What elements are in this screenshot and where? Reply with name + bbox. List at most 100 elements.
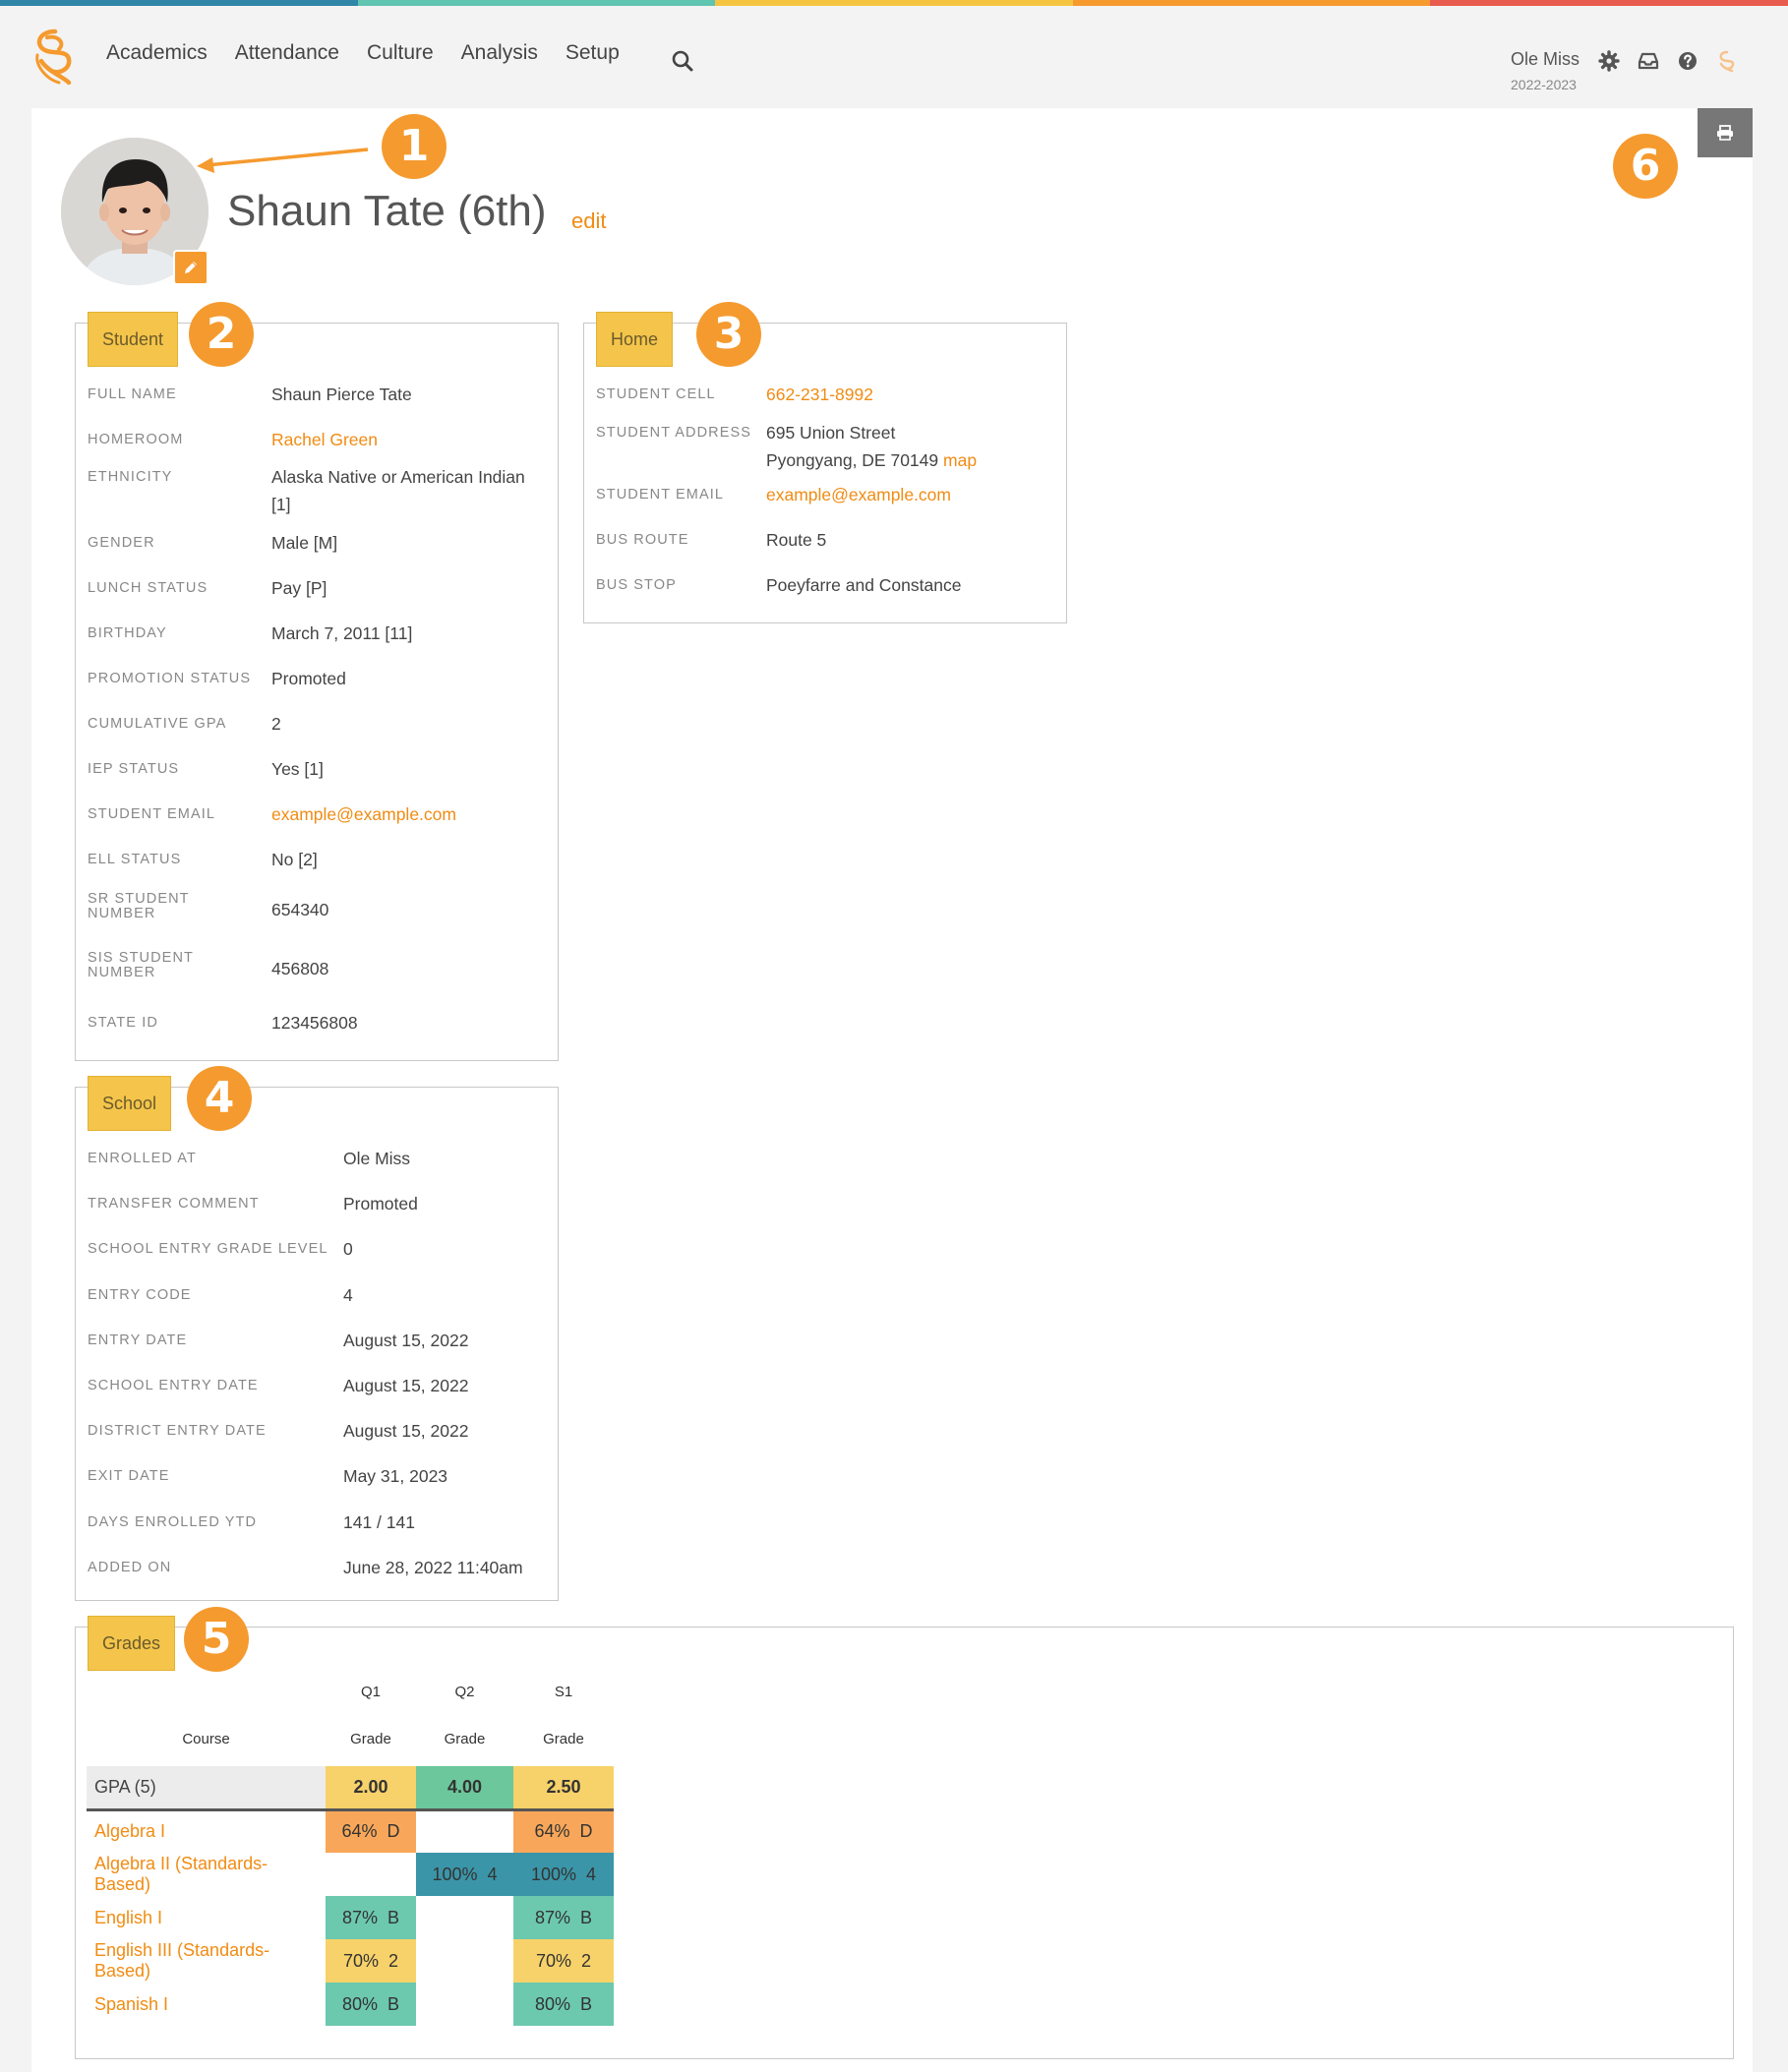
swirl-logo[interactable] bbox=[30, 28, 81, 87]
student-field-label: SR STUDENT bbox=[88, 891, 190, 907]
grade-term-header[interactable]: Q1 bbox=[326, 1684, 416, 1700]
student-field-value: No [2] bbox=[271, 850, 318, 869]
inbox-icon[interactable] bbox=[1637, 49, 1660, 73]
grade-column-header[interactable]: Grade bbox=[416, 1731, 513, 1747]
grade-cell[interactable]: 80% B bbox=[326, 1983, 416, 2026]
nav-item-academics[interactable]: Academics bbox=[106, 41, 208, 65]
print-button[interactable] bbox=[1698, 108, 1753, 157]
print-icon bbox=[1717, 125, 1733, 141]
annotation-badge-2: 2 bbox=[189, 302, 254, 367]
student-field-label: PROMOTION STATUS bbox=[88, 671, 252, 686]
school-field-label: DAYS ENROLLED YTD bbox=[88, 1513, 258, 1530]
school-name[interactable]: Ole Miss bbox=[1511, 49, 1579, 70]
student-info-card: Student FULL NAME Shaun Pierce Tate HOMERO… bbox=[75, 312, 559, 1061]
student-field-label-line2: NUMBER bbox=[88, 965, 156, 980]
course-row: English III (Standards-Based) 70% 2 70% 2 bbox=[87, 1939, 614, 1983]
grade-column-header[interactable]: Grade bbox=[326, 1731, 416, 1747]
student-field-label: LUNCH STATUS bbox=[88, 580, 209, 596]
course-name-link[interactable]: Algebra II (Standards-Based) bbox=[87, 1853, 326, 1896]
student-field-link[interactable]: Rachel Green bbox=[271, 426, 378, 453]
student-name-title: Shaun Tate (6th) bbox=[227, 187, 547, 235]
grade-term-header[interactable]: Q2 bbox=[416, 1684, 513, 1700]
school-field-label: ENTRY DATE bbox=[88, 1332, 188, 1348]
nav-item-setup[interactable]: Setup bbox=[566, 41, 620, 65]
annotation-badge-1: 1 bbox=[382, 114, 447, 179]
callout-arrow bbox=[197, 148, 369, 173]
help-icon[interactable] bbox=[1676, 49, 1699, 73]
grade-term-header[interactable]: S1 bbox=[513, 1684, 614, 1700]
school-field-value: Ole Miss bbox=[343, 1149, 411, 1168]
student-field-value: Promoted bbox=[271, 669, 346, 688]
student-field-label: STATE ID bbox=[88, 1015, 158, 1031]
grades-table-body: GPA (5) 2.00 4.00 2.50 Algebra I 64% D 64% D Al… bbox=[87, 1766, 614, 2026]
grade-column-header[interactable]: Grade bbox=[513, 1731, 614, 1747]
address-city-line: Pyongyang, DE 70149 bbox=[766, 450, 939, 470]
student-field-label: BIRTHDAY bbox=[88, 625, 167, 641]
empty-grade-cell bbox=[416, 1939, 513, 1983]
student-field-label: IEP STATUS bbox=[88, 761, 180, 777]
grade-cell[interactable]: 87% B bbox=[326, 1896, 416, 1939]
home-field-link[interactable]: 662-231-8992 bbox=[766, 381, 873, 408]
course-name-link[interactable]: Algebra I bbox=[87, 1809, 326, 1853]
empty-grade-cell bbox=[416, 1983, 513, 2026]
grade-cell[interactable]: 80% B bbox=[513, 1983, 614, 2026]
student-field-label: ELL STATUS bbox=[88, 852, 182, 867]
student-card-tab[interactable]: Student bbox=[88, 312, 179, 367]
student-field-label: HOMEROOM bbox=[88, 432, 184, 447]
home-field-label: STUDENT ADDRESS bbox=[596, 425, 752, 441]
school-field-label: ENTRY CODE bbox=[88, 1286, 192, 1303]
gpa-value-cell: 4.00 bbox=[416, 1766, 513, 1811]
school-info-card: School ENROLLED AT Ole Miss TRANSFER COMME… bbox=[75, 1076, 559, 1601]
swirl-logo-icon[interactable] bbox=[1715, 49, 1739, 73]
course-name-link[interactable]: English I bbox=[87, 1896, 326, 1939]
avatar-edit-button[interactable] bbox=[173, 250, 209, 285]
grades-card-tab[interactable]: Grades bbox=[88, 1616, 176, 1671]
school-field-value: August 15, 2022 bbox=[343, 1330, 469, 1350]
school-field-label: ADDED ON bbox=[88, 1559, 172, 1575]
main-nav-menu: Academics Attendance Culture Analysis Setup bbox=[106, 41, 620, 65]
home-field-link[interactable]: example@example.com bbox=[766, 481, 951, 508]
grade-cell[interactable]: 100% 4 bbox=[416, 1853, 513, 1896]
student-field-label-line2: NUMBER bbox=[88, 906, 156, 921]
student-field-value: 123456808 bbox=[271, 1013, 358, 1033]
nav-item-attendance[interactable]: Attendance bbox=[235, 41, 339, 65]
course-name-link[interactable]: Spanish I bbox=[87, 1983, 326, 2026]
home-field-label: BUS STOP bbox=[596, 577, 677, 593]
school-field-label: SCHOOL ENTRY DATE bbox=[88, 1378, 259, 1393]
grade-cell[interactable]: 87% B bbox=[513, 1896, 614, 1939]
gear-icon[interactable] bbox=[1597, 49, 1621, 73]
grade-cell[interactable]: 70% 2 bbox=[326, 1939, 416, 1983]
search-icon[interactable] bbox=[671, 49, 694, 73]
grade-cell[interactable]: 64% D bbox=[326, 1809, 416, 1853]
edit-student-link[interactable]: edit bbox=[571, 208, 606, 234]
grade-cell[interactable]: 64% D bbox=[513, 1809, 614, 1853]
school-field-value: May 31, 2023 bbox=[343, 1466, 448, 1487]
course-row: Algebra I 64% D 64% D bbox=[87, 1809, 614, 1853]
school-card-tab[interactable]: School bbox=[88, 1076, 172, 1131]
nav-item-culture[interactable]: Culture bbox=[367, 41, 434, 65]
school-field-label: TRANSFER COMMENT bbox=[88, 1196, 260, 1213]
course-name-link[interactable]: English III (Standards-Based) bbox=[87, 1939, 326, 1983]
course-column-header[interactable]: Course bbox=[87, 1731, 326, 1747]
grade-cell[interactable]: 100% 4 bbox=[513, 1853, 614, 1896]
school-field-label: SCHOOL ENTRY GRADE LEVEL bbox=[88, 1241, 328, 1258]
home-field-value: 695 Union Street bbox=[766, 423, 896, 443]
map-link[interactable]: map bbox=[943, 450, 977, 470]
home-info-card: Home STUDENT CELL 662-231-8992 STUDENT ADD… bbox=[583, 312, 1067, 623]
school-field-label: DISTRICT ENTRY DATE bbox=[88, 1423, 267, 1440]
empty-grade-cell bbox=[416, 1809, 513, 1853]
school-year: 2022-2023 bbox=[1511, 77, 1577, 92]
school-field-value: August 15, 2022 bbox=[343, 1376, 469, 1395]
pencil-icon bbox=[185, 262, 197, 273]
student-field-link[interactable]: example@example.com bbox=[271, 800, 456, 828]
annotation-badge-3: 3 bbox=[696, 302, 761, 367]
gpa-value-cell: 2.00 bbox=[326, 1766, 416, 1811]
student-field-value: Male [M] bbox=[271, 533, 338, 553]
school-field-label: EXIT DATE bbox=[88, 1468, 170, 1485]
grade-cell[interactable]: 70% 2 bbox=[513, 1939, 614, 1983]
nav-item-analysis[interactable]: Analysis bbox=[461, 41, 538, 65]
student-field-value-line2: [1] bbox=[271, 495, 291, 514]
course-row: Spanish I 80% B 80% B bbox=[87, 1983, 614, 2026]
home-card-tab[interactable]: Home bbox=[596, 312, 674, 367]
gpa-row: GPA (5) 2.00 4.00 2.50 bbox=[87, 1766, 614, 1811]
